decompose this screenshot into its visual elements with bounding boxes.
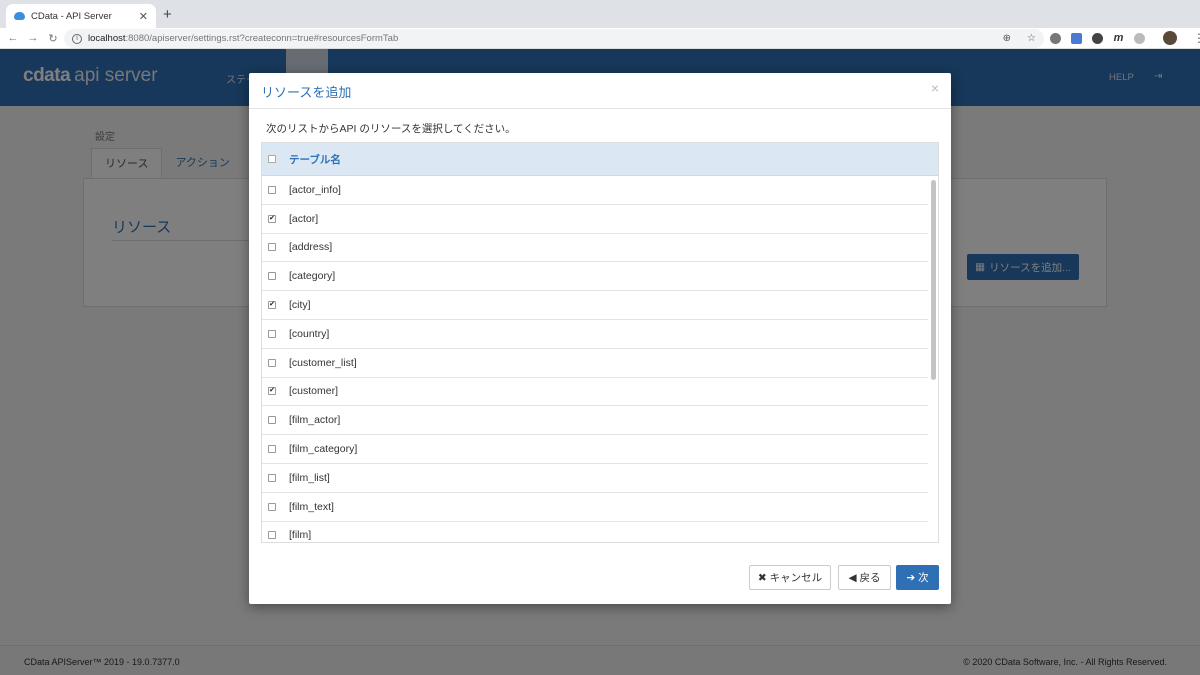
table-name-cell: [film_actor] xyxy=(289,414,341,427)
browser-menu-icon[interactable]: ⋮ xyxy=(1193,31,1200,45)
next-button[interactable]: ➔ 次 xyxy=(896,565,939,590)
table-row[interactable]: [film_actor] xyxy=(262,406,928,436)
back-label: 戻る xyxy=(859,572,881,584)
forward-arrow-icon[interactable]: → xyxy=(23,32,43,44)
resource-table: テーブル名 [actor_info] ✔ [actor] [address] [cate… xyxy=(261,142,939,543)
row-checkbox[interactable] xyxy=(268,272,276,281)
modal-title: リソースを追加 xyxy=(261,85,352,100)
url-host: localhost xyxy=(88,33,126,44)
row-checkbox[interactable] xyxy=(268,358,276,367)
table-name-cell: [actor_info] xyxy=(289,183,341,196)
table-row[interactable]: ✔ [city] xyxy=(262,291,928,320)
table-name-cell: [city] xyxy=(289,299,311,312)
table-name-cell: [address] xyxy=(289,241,333,254)
close-tab-icon[interactable]: ✕ xyxy=(139,10,148,23)
arrow-left-icon: ◀ xyxy=(848,571,857,584)
table-name-cell: [actor] xyxy=(289,212,319,225)
column-header-table-name: テーブル名 xyxy=(289,153,341,166)
row-checkbox[interactable] xyxy=(268,243,276,252)
globe-extension-icon[interactable] xyxy=(1134,32,1145,44)
site-info-icon[interactable]: i xyxy=(72,33,82,44)
table-header: テーブル名 xyxy=(262,143,938,176)
profile-avatar[interactable] xyxy=(1163,31,1177,45)
table-row[interactable]: [country] xyxy=(262,320,928,349)
table-row[interactable]: [film_category] xyxy=(262,435,928,464)
table-row[interactable]: [film_list] xyxy=(262,464,928,493)
cancel-label: キャンセル xyxy=(769,572,823,584)
cloud-favicon-icon xyxy=(14,12,25,20)
table-name-cell: [category] xyxy=(289,270,336,283)
reload-icon[interactable]: ↻ xyxy=(43,32,63,45)
table-body[interactable]: [actor_info] ✔ [actor] [address] [category] ✔… xyxy=(262,176,938,542)
table-name-cell: [film] xyxy=(289,529,312,542)
table-row[interactable]: [film_text] xyxy=(262,493,928,522)
back-button[interactable]: ◀ 戻る xyxy=(838,565,891,590)
table-name-cell: [film_category] xyxy=(289,443,358,456)
select-all-checkbox[interactable] xyxy=(268,155,276,163)
table-scrollbar[interactable] xyxy=(931,180,936,380)
table-row[interactable]: [film] xyxy=(262,522,928,542)
row-checkbox[interactable] xyxy=(268,531,276,540)
bookmark-star-icon[interactable]: ☆ xyxy=(1027,33,1036,44)
zoom-icon[interactable]: ⊕ xyxy=(1003,33,1011,44)
table-row[interactable]: [category] xyxy=(262,262,928,292)
translate-extension-icon[interactable] xyxy=(1071,32,1082,44)
close-icon[interactable]: × xyxy=(931,80,939,96)
row-checkbox[interactable]: ✔ xyxy=(268,387,276,396)
table-row[interactable]: [address] xyxy=(262,234,928,263)
m-extension-icon[interactable]: m xyxy=(1113,32,1124,44)
add-resource-modal: リソースを追加 × 次のリストからAPI のリソースを選択してください。 テーブ… xyxy=(249,73,951,604)
modal-footer: ✖ キャンセル ◀ 戻る ➔ 次 xyxy=(249,553,951,604)
row-checkbox[interactable] xyxy=(268,185,276,194)
row-checkbox[interactable] xyxy=(268,445,276,454)
browser-tab-title: CData - API Server xyxy=(31,10,112,22)
row-checkbox[interactable] xyxy=(268,473,276,482)
new-tab-button[interactable]: + xyxy=(163,7,172,22)
extension-icons: m ⋮ xyxy=(1050,31,1200,45)
modal-header: リソースを追加 × xyxy=(249,73,951,109)
row-checkbox[interactable] xyxy=(268,416,276,425)
back-arrow-icon[interactable]: ← xyxy=(3,32,23,44)
table-row[interactable]: ✔ [customer] xyxy=(262,378,928,407)
row-checkbox[interactable]: ✔ xyxy=(268,301,276,310)
next-label: 次 xyxy=(918,572,929,584)
cloud-extension-icon[interactable] xyxy=(1050,32,1061,44)
arrow-right-icon: ➔ xyxy=(906,571,916,584)
table-name-cell: [country] xyxy=(289,327,330,340)
row-checkbox[interactable] xyxy=(268,502,276,511)
table-name-cell: [film_list] xyxy=(289,471,330,484)
table-name-cell: [film_text] xyxy=(289,500,334,513)
times-icon: ✖ xyxy=(757,571,767,584)
cancel-button[interactable]: ✖ キャンセル xyxy=(749,565,831,590)
browser-tab-bar: CData - API Server ✕ + xyxy=(0,0,1200,28)
circle-extension-icon[interactable] xyxy=(1092,32,1103,44)
table-name-cell: [customer_list] xyxy=(289,356,357,369)
browser-toolbar: ← → ↻ i localhost:8080/apiserver/setting… xyxy=(0,28,1200,49)
table-row[interactable]: [customer_list] xyxy=(262,349,928,378)
row-checkbox[interactable] xyxy=(268,329,276,338)
table-name-cell: [customer] xyxy=(289,385,339,398)
url-path: :8080/apiserver/settings.rst?createconn=… xyxy=(125,33,399,44)
table-row[interactable]: [actor_info] xyxy=(262,176,928,205)
browser-tab[interactable]: CData - API Server ✕ xyxy=(6,4,156,28)
address-bar[interactable]: i localhost:8080/apiserver/settings.rst?… xyxy=(64,29,1044,48)
modal-description: 次のリストからAPI のリソースを選択してください。 xyxy=(266,123,516,135)
row-checkbox[interactable]: ✔ xyxy=(268,214,276,223)
table-row[interactable]: ✔ [actor] xyxy=(262,205,928,234)
